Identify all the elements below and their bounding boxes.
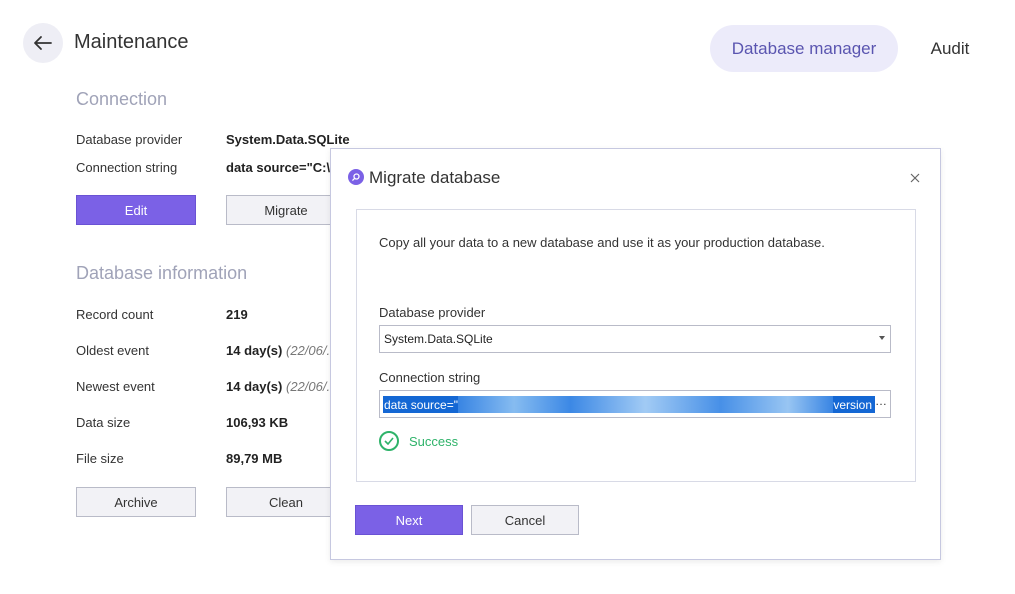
provider-label: Database provider xyxy=(76,132,183,147)
connection-section-title: Connection xyxy=(76,89,168,109)
chevron-down-icon xyxy=(879,336,885,340)
migrate-button[interactable]: Migrate xyxy=(226,195,346,225)
archive-button[interactable]: Archive xyxy=(76,487,196,517)
provider-select[interactable]: System.Data.SQLite xyxy=(379,325,891,353)
dialog-title: Migrate database xyxy=(369,168,501,187)
oldest-event-label: Oldest event xyxy=(76,343,149,358)
edit-button[interactable]: Edit xyxy=(76,195,196,225)
newest-event-value: 14 day(s) (22/06/... xyxy=(226,379,338,394)
check-circle-icon xyxy=(379,431,399,451)
close-icon[interactable] xyxy=(904,167,926,189)
connection-string-input[interactable]: data source=" version … xyxy=(379,390,891,418)
dialog-connection-string-label: Connection string xyxy=(379,370,481,385)
connection-string-selection: data source=" version xyxy=(383,396,875,413)
record-count-label: Record count xyxy=(76,307,154,322)
record-count-value: 219 xyxy=(226,307,248,322)
connection-string-end: version xyxy=(833,397,872,412)
next-button[interactable]: Next xyxy=(355,505,463,535)
tab-database-manager[interactable]: Database manager xyxy=(710,25,898,72)
tab-audit[interactable]: Audit xyxy=(915,25,985,72)
oldest-event-value: 14 day(s) (22/06/... xyxy=(226,343,338,358)
connection-string-value: data source="C:\ xyxy=(226,160,331,175)
page-title: Maintenance xyxy=(74,31,189,53)
connection-string-start: data source=" xyxy=(384,397,458,412)
newest-event-label: Newest event xyxy=(76,379,155,394)
blurred-text xyxy=(457,396,834,413)
migrate-icon xyxy=(348,169,364,185)
dialog-provider-label: Database provider xyxy=(379,305,486,320)
file-size-value: 89,79 MB xyxy=(226,451,283,466)
dialog-panel: Copy all your data to a new database and… xyxy=(356,209,916,482)
db-info-section-title: Database information xyxy=(76,263,248,283)
migrate-database-dialog: Migrate database Copy all your data to a… xyxy=(330,148,941,560)
back-button[interactable] xyxy=(23,23,63,63)
dialog-description: Copy all your data to a new database and… xyxy=(379,235,825,250)
file-size-label: File size xyxy=(76,451,124,466)
cancel-button[interactable]: Cancel xyxy=(471,505,579,535)
data-size-value: 106,93 KB xyxy=(226,415,289,430)
data-size-label: Data size xyxy=(76,415,131,430)
provider-value: System.Data.SQLite xyxy=(226,132,350,147)
arrow-left-icon xyxy=(34,36,52,50)
clean-button[interactable]: Clean xyxy=(226,487,346,517)
connection-string-label: Connection string xyxy=(76,160,178,175)
status-text: Success xyxy=(409,434,459,449)
provider-select-value: System.Data.SQLite xyxy=(384,332,493,346)
browse-button[interactable]: … xyxy=(875,394,887,408)
